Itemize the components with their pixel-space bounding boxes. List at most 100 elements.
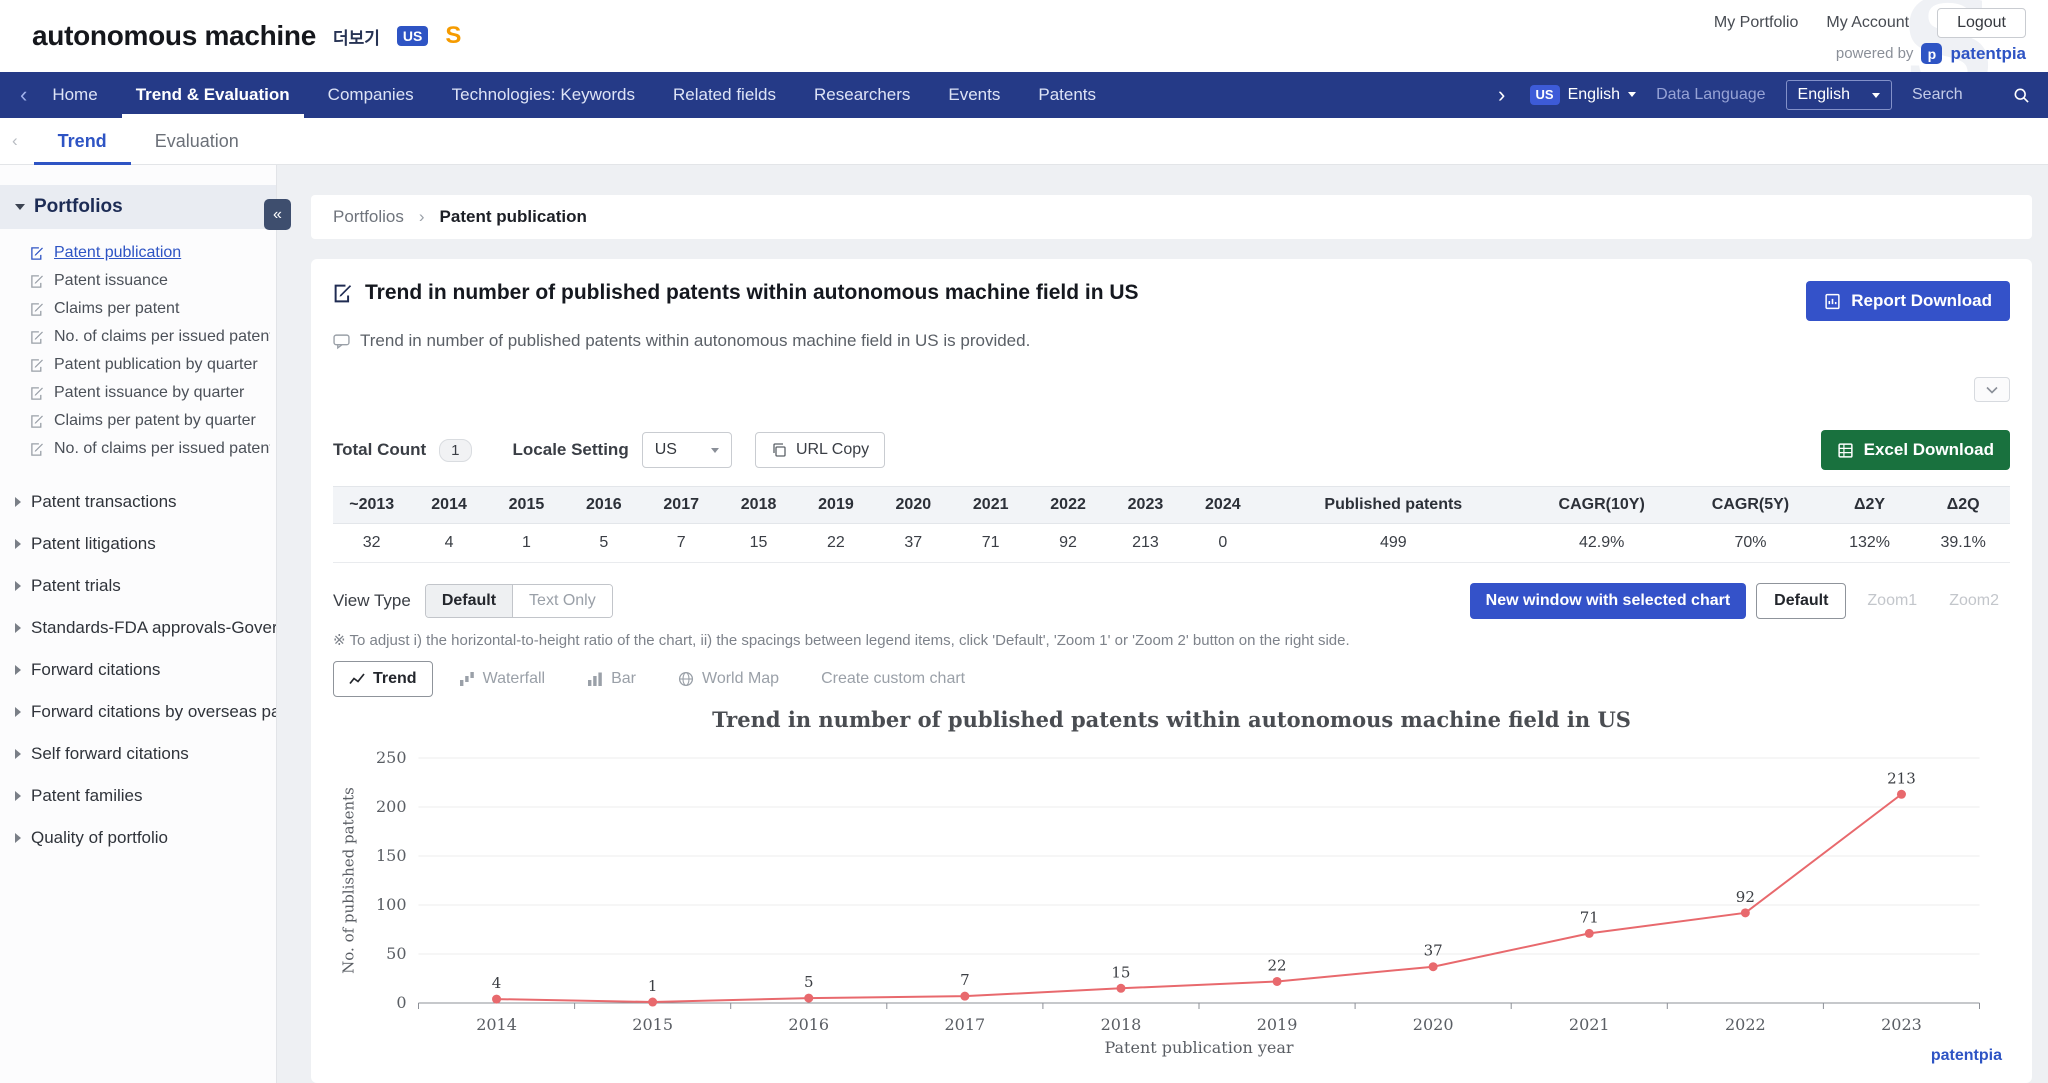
- nav-item[interactable]: Related fields: [654, 72, 795, 118]
- summary-table-value-cell: 22: [797, 523, 875, 563]
- panel-collapse-button[interactable]: [1974, 377, 2010, 402]
- sidebar-section-portfolios[interactable]: Portfolios: [0, 185, 276, 229]
- locale-setting-select[interactable]: US: [641, 432, 732, 468]
- triangle-collapsed-icon: [15, 707, 21, 717]
- breadcrumb-root[interactable]: Portfolios: [333, 207, 404, 227]
- chart-type-tabs: Trend Waterfall Bar World Map Create cus…: [333, 661, 2010, 697]
- copy-icon: [773, 443, 786, 457]
- chart-tab-world-map[interactable]: World Map: [662, 661, 795, 697]
- comment-icon: [333, 333, 350, 349]
- summary-table-header-cell: 2018: [719, 486, 798, 524]
- sidebar-group[interactable]: Patent families: [0, 775, 276, 817]
- svg-text:150: 150: [376, 846, 407, 865]
- svg-text:200: 200: [376, 797, 407, 816]
- summary-table-header-cell: 2022: [1029, 486, 1107, 524]
- report-download-button[interactable]: Report Download: [1806, 281, 2010, 321]
- panel-description: Trend in number of published patents wit…: [360, 331, 1031, 350]
- url-copy-button[interactable]: URL Copy: [754, 432, 886, 468]
- nav-scroll-right-icon[interactable]: ›: [1498, 72, 1505, 118]
- sidebar-item[interactable]: Claims per patent by quarter: [30, 407, 270, 435]
- sidebar-group[interactable]: Standards-FDA approvals-Govern…: [0, 607, 276, 649]
- view-type-text-only-button[interactable]: Text Only: [513, 585, 612, 617]
- nav-item[interactable]: Trend & Evaluation: [117, 72, 309, 118]
- sidebar-item[interactable]: No. of claims per issued patent by qua…: [30, 435, 270, 463]
- compose-icon: [31, 358, 43, 372]
- triangle-collapsed-icon: [15, 833, 21, 843]
- triangle-collapsed-icon: [15, 581, 21, 591]
- nav-item[interactable]: Home: [33, 72, 116, 118]
- new-window-button[interactable]: New window with selected chart: [1469, 583, 1747, 619]
- portfolio-items: Patent publication Patent issuance Claim…: [0, 229, 276, 479]
- sidebar-group[interactable]: Patent trials: [0, 565, 276, 607]
- summary-table-header-cell: 2023: [1106, 486, 1185, 524]
- subtab-handle-icon[interactable]: ‹: [12, 131, 18, 151]
- data-language-select[interactable]: English: [1785, 80, 1892, 110]
- spreadsheet-icon: [1838, 442, 1853, 458]
- breadcrumb-current: Patent publication: [439, 207, 587, 226]
- sidebar-item[interactable]: Patent issuance by quarter: [30, 379, 270, 407]
- svg-text:2021: 2021: [1569, 1015, 1610, 1034]
- nav-item[interactable]: Events: [929, 72, 1019, 118]
- nav-item[interactable]: Patents: [1019, 72, 1115, 118]
- sidebar-item[interactable]: No. of claims per issued patent: [30, 323, 270, 351]
- sidebar-group[interactable]: Patent litigations: [0, 523, 276, 565]
- sidebar-group[interactable]: Forward citations: [0, 649, 276, 691]
- sidebar-item[interactable]: Patent publication by quarter: [30, 351, 270, 379]
- chart-tab-bar[interactable]: Bar: [571, 661, 652, 697]
- trend-chart[interactable]: 0 50 100 150 200 250 2014 2015 2016 2017 2018 2019 2…: [333, 736, 2010, 1061]
- summary-table-value-row: 32 4 1 5 7 15 22 37 71 92 213 0 499 42.9% 70% 132% 39.1%: [333, 523, 2010, 563]
- patentpia-brand-link[interactable]: patentpia: [1950, 44, 2026, 64]
- my-portfolio-link[interactable]: My Portfolio: [1714, 14, 1798, 32]
- subtab-bar: ‹ Trend Evaluation: [0, 118, 2048, 165]
- zoom-default-button[interactable]: Default: [1756, 583, 1847, 619]
- zoom2-button[interactable]: Zoom2: [1938, 583, 2010, 619]
- zoom1-button[interactable]: Zoom1: [1856, 583, 1929, 619]
- nav-item[interactable]: Researchers: [795, 72, 929, 118]
- sidebar-group[interactable]: Patent transactions: [0, 481, 276, 523]
- view-type-default-button[interactable]: Default: [425, 585, 514, 617]
- summary-table-value-cell: 5: [565, 523, 643, 563]
- svg-text:2019: 2019: [1257, 1015, 1298, 1034]
- chart-tab-create-custom[interactable]: Create custom chart: [805, 661, 981, 697]
- sidebar-item[interactable]: Claims per patent: [30, 295, 270, 323]
- compose-icon: [31, 330, 43, 344]
- subtab[interactable]: Trend: [33, 118, 131, 165]
- sidebar-collapse-button[interactable]: «: [264, 199, 291, 230]
- sidebar-group[interactable]: Forward citations by overseas pat…: [0, 691, 276, 733]
- sidebar-item[interactable]: Patent publication: [30, 239, 270, 267]
- nav-item[interactable]: Technologies: Keywords: [433, 72, 654, 118]
- search-box[interactable]: [1912, 86, 2038, 104]
- panel-title: Trend in number of published patents wit…: [365, 281, 1139, 304]
- chart-tab-waterfall[interactable]: Waterfall: [443, 661, 562, 697]
- summary-table-header-row: ~2013 2014 2015 2016 2017 2018 2019 2020 2021 202…: [333, 486, 2010, 524]
- site-language-selector[interactable]: US English: [1529, 84, 1637, 106]
- svg-text:No. of published patents: No. of published patents: [340, 787, 358, 974]
- more-link[interactable]: 더보기: [333, 24, 380, 49]
- sidebar-group[interactable]: Quality of portfolio: [0, 817, 276, 859]
- search-icon[interactable]: [2013, 87, 2030, 104]
- svg-text:2016: 2016: [788, 1015, 829, 1034]
- panel-description-row: Trend in number of published patents wit…: [333, 331, 2010, 351]
- summary-table-value-cell: 7: [642, 523, 720, 563]
- locale-flag-badge: US: [1529, 84, 1560, 106]
- chart-tab-trend[interactable]: Trend: [333, 661, 433, 697]
- sidebar-group[interactable]: Self forward citations: [0, 733, 276, 775]
- my-account-link[interactable]: My Account: [1826, 14, 1909, 32]
- svg-text:0: 0: [396, 993, 406, 1012]
- search-input[interactable]: [1912, 86, 2004, 104]
- chart-credit-link[interactable]: patentpia: [1931, 1047, 2002, 1065]
- page-title: autonomous machine: [32, 20, 316, 51]
- summary-table-header-cell: 2017: [642, 486, 720, 524]
- svg-text:37: 37: [1424, 942, 1443, 960]
- nav-item[interactable]: Companies: [309, 72, 433, 118]
- summary-table-header-cell: Δ2Y: [1822, 486, 1917, 524]
- excel-download-button[interactable]: Excel Download: [1820, 430, 2010, 470]
- summary-table-value-cell: 213: [1106, 523, 1185, 563]
- nav-scroll-left-icon[interactable]: ‹: [14, 84, 33, 106]
- summary-table: ~2013 2014 2015 2016 2017 2018 2019 2020 2021 202…: [333, 486, 2010, 563]
- sidebar-item[interactable]: Patent issuance: [30, 267, 270, 295]
- subtab[interactable]: Evaluation: [131, 118, 263, 164]
- s-logo-mark: S: [445, 22, 462, 49]
- compose-icon: [31, 246, 43, 260]
- logout-button[interactable]: Logout: [1937, 8, 2026, 38]
